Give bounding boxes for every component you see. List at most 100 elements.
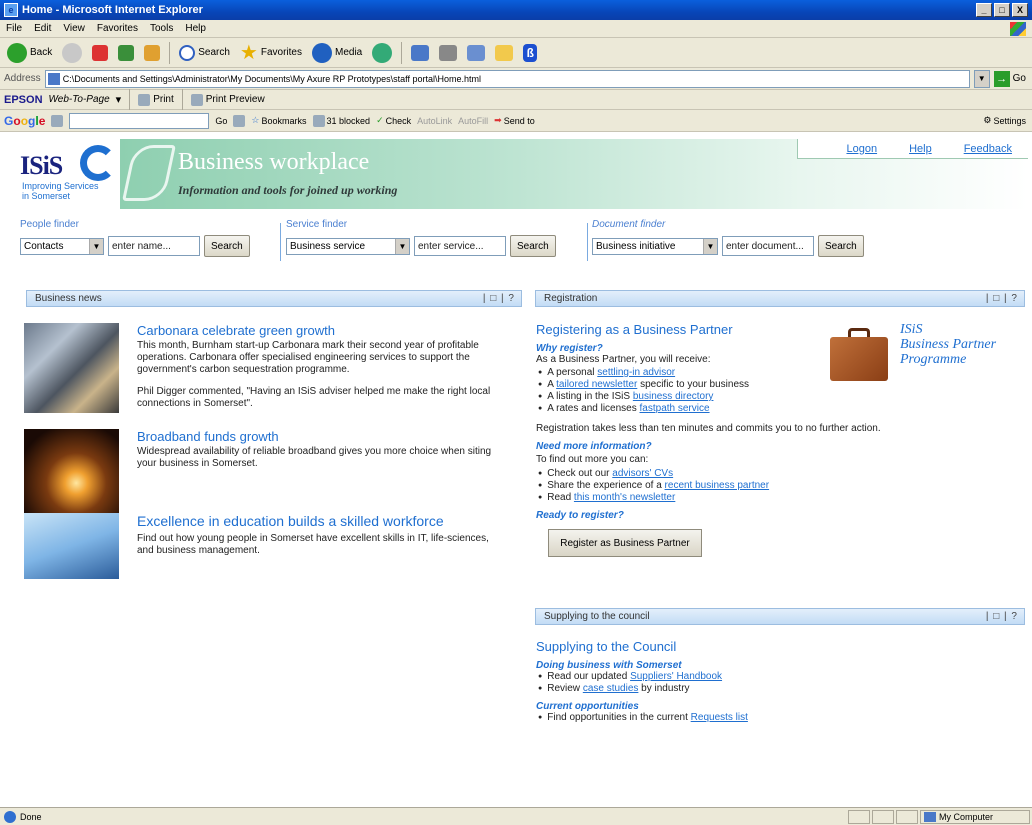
suppliers-handbook-link[interactable]: Suppliers' Handbook	[630, 671, 722, 682]
close-button[interactable]: X	[1012, 3, 1028, 17]
document-input[interactable]: enter document...	[722, 236, 814, 256]
print-button[interactable]	[436, 41, 460, 65]
header-links: Logon Help Feedback	[797, 139, 1028, 159]
stop-button[interactable]	[89, 41, 111, 65]
pagerank-icon[interactable]	[233, 114, 246, 127]
gear-icon: ⚙	[983, 115, 992, 125]
news-title-link[interactable]: Excellence in education builds a skilled…	[137, 513, 507, 529]
toolbar-separator	[181, 88, 183, 111]
fastpath-service-link[interactable]: fastpath service	[640, 403, 710, 414]
settling-in-advisor-link[interactable]: settling-in advisor	[597, 367, 675, 378]
banner: Business workplace Information and tools…	[120, 139, 1028, 209]
edit-button[interactable]	[464, 41, 488, 65]
windows-flag-icon	[1010, 21, 1026, 36]
bookmarks-button[interactable]: ☆ Bookmarks	[251, 115, 306, 126]
google-logo[interactable]: Google	[4, 114, 45, 128]
newsletter-link[interactable]: this month's newsletter	[574, 492, 675, 503]
registration-header: Registration | □ | ?	[535, 290, 1025, 307]
window-titlebar: e Home - Microsoft Internet Explorer _ □…	[0, 0, 1032, 20]
send-icon: ➡	[494, 115, 502, 125]
google-menu-icon[interactable]	[51, 114, 64, 127]
panel-controls[interactable]: | □ | ?	[483, 293, 515, 304]
link-decoration-icon	[122, 145, 176, 201]
search-icon	[179, 44, 196, 61]
panel-controls[interactable]: | □ | ?	[986, 611, 1018, 622]
menu-favorites[interactable]: Favorites	[91, 23, 144, 34]
service-type-select[interactable]: Business service ▼	[286, 237, 410, 255]
search-button[interactable]: Search	[176, 41, 233, 65]
folder-icon	[495, 44, 514, 61]
minimize-button[interactable]: _	[976, 3, 992, 17]
page-subtitle: Information and tools for joined up work…	[178, 183, 398, 197]
home-button[interactable]	[141, 41, 163, 65]
advisors-cvs-link[interactable]: advisors' CVs	[612, 468, 673, 479]
people-type-select[interactable]: Contacts ▼	[20, 237, 104, 255]
menu-view[interactable]: View	[57, 23, 91, 34]
address-input[interactable]: C:\Documents and Settings\Administrator\…	[44, 69, 970, 88]
mail-button[interactable]	[408, 41, 432, 65]
send-to-button[interactable]: ➡ Send to	[494, 115, 535, 126]
back-button[interactable]: Back	[4, 41, 55, 65]
recent-partner-link[interactable]: recent business partner	[665, 480, 770, 491]
list-item: Read our updated Suppliers' Handbook	[536, 671, 1024, 683]
name-input[interactable]: enter name...	[108, 236, 200, 256]
logon-link[interactable]: Logon	[798, 143, 893, 155]
people-search-button[interactable]: Search	[204, 235, 250, 257]
blocker-icon	[312, 114, 325, 127]
panel-controls[interactable]: | □ | ?	[986, 293, 1018, 304]
print-preview-button[interactable]: Print Preview	[190, 93, 265, 106]
maximize-button[interactable]: □	[994, 3, 1010, 17]
google-search-input[interactable]	[69, 112, 210, 129]
menu-tools[interactable]: Tools	[144, 23, 179, 34]
isis-logo[interactable]: ISiS Improving Services in Somerset	[16, 139, 120, 209]
status-bar: Done My Computer	[0, 807, 1032, 825]
feedback-link[interactable]: Feedback	[948, 143, 1028, 155]
toolbar-separator	[129, 88, 131, 111]
service-search-button[interactable]: Search	[510, 235, 556, 257]
chevron-down-icon: ▼	[395, 238, 409, 254]
spellcheck-button[interactable]: ✓ Check	[376, 115, 411, 126]
list-item: A rates and licenses fastpath service	[536, 403, 1024, 415]
service-finder: Service finder Business service ▼ enter s…	[286, 219, 556, 257]
service-input[interactable]: enter service...	[414, 236, 506, 256]
news-title-link[interactable]: Broadband funds growth	[137, 429, 507, 444]
help-link[interactable]: Help	[893, 143, 948, 155]
chevron-down-icon[interactable]: ▾	[116, 93, 122, 106]
address-dropdown-button[interactable]: ▼	[973, 69, 990, 88]
menu-file[interactable]: File	[0, 23, 28, 34]
list-item: Review case studies by industry	[536, 683, 1024, 695]
menu-help[interactable]: Help	[179, 23, 212, 34]
autolink-button[interactable]: AutoLink	[417, 116, 452, 126]
register-button[interactable]: Register as Business Partner	[548, 529, 702, 557]
forward-button[interactable]	[59, 41, 85, 65]
chevron-down-icon: ▼	[703, 238, 717, 254]
requests-list-link[interactable]: Requests list	[691, 712, 748, 723]
bluetooth-button[interactable]: ß	[520, 41, 540, 65]
document-search-button[interactable]: Search	[818, 235, 864, 257]
web-to-page-button[interactable]: Web-To-Page	[49, 94, 110, 105]
menu-edit[interactable]: Edit	[28, 23, 57, 34]
status-text: Done	[20, 811, 42, 822]
status-cell	[848, 809, 870, 824]
supplying-panel: Supplying to the Council Doing business …	[536, 639, 1024, 724]
history-button[interactable]	[369, 41, 395, 65]
refresh-button[interactable]	[115, 41, 137, 65]
business-directory-link[interactable]: business directory	[633, 391, 714, 402]
favorites-button[interactable]: ★ Favorites	[237, 41, 305, 65]
epson-logo: EPSON	[4, 93, 43, 106]
preview-icon	[190, 93, 203, 106]
go-button[interactable]: → Go	[993, 70, 1026, 87]
autofill-button[interactable]: AutoFill	[458, 116, 488, 126]
popup-blocker-button[interactable]: 31 blocked	[312, 114, 370, 127]
news-image-engineering	[24, 323, 119, 413]
google-go-button[interactable]: Go	[215, 116, 227, 126]
document-type-select[interactable]: Business initiative ▼	[592, 237, 718, 255]
tailored-newsletter-link[interactable]: tailored newsletter	[556, 379, 637, 390]
case-studies-link[interactable]: case studies	[583, 683, 639, 694]
supplying-title: Supplying to the Council	[536, 639, 677, 654]
settings-button[interactable]: ⚙ Settings	[983, 115, 1026, 126]
news-title-link[interactable]: Carbonara celebrate green growth	[137, 323, 507, 338]
media-button[interactable]: Media	[309, 41, 365, 65]
epson-print-button[interactable]: Print	[138, 93, 174, 106]
folder-button[interactable]	[492, 41, 516, 65]
